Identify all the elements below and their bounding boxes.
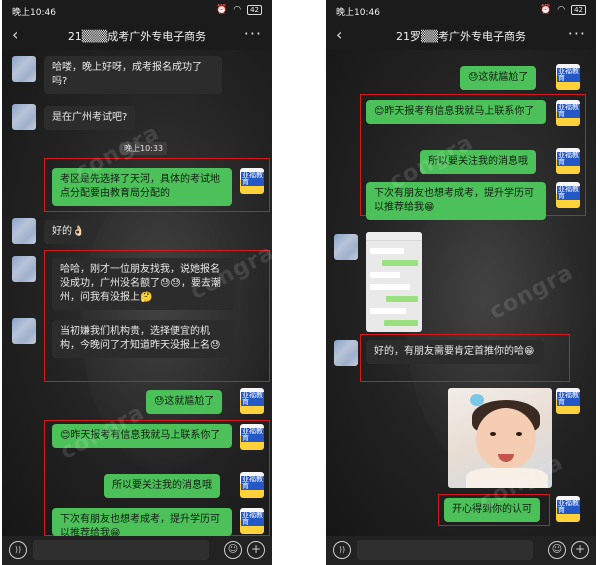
status-time: 晚上10:46 [12, 7, 56, 18]
avatar-ribbon: 亚福教育 [557, 67, 580, 82]
time-divider: 晚上10:33 [120, 142, 168, 155]
alarm-icon: ⏰ [540, 5, 552, 15]
message-bubble: 好的，有朋友需要肯定首推你的哈😁 [366, 340, 544, 364]
avatar-ribbon: 亚福教育 [557, 151, 580, 166]
friend-avatar[interactable] [334, 234, 358, 260]
chat-title: 21罗▒▒考广外专电子商务 [396, 30, 526, 43]
friend-avatar[interactable] [12, 104, 36, 130]
status-time: 晚上10:46 [336, 7, 380, 18]
friend-avatar[interactable] [12, 256, 36, 282]
message-bubble: 好的👌🏻 [44, 220, 93, 244]
message-bubble: 所以要关注我的消息哦 [104, 474, 220, 498]
shared-screenshot-image[interactable] [366, 232, 422, 332]
self-avatar[interactable]: 亚福教育 [240, 508, 264, 534]
message-input[interactable] [33, 540, 209, 560]
avatar-ribbon: 亚福教育 [241, 427, 264, 442]
self-avatar[interactable]: 亚福教育 [240, 424, 264, 450]
friend-avatar[interactable] [12, 56, 36, 82]
wifi-icon: ◠ [557, 5, 566, 15]
message-bubble: 下次有朋友也想考成考，提升学历可以推荐给我😁 [52, 508, 232, 536]
message-input[interactable] [357, 540, 533, 560]
self-avatar[interactable]: 亚福教育 [240, 472, 264, 498]
more-icon[interactable]: ··· [568, 24, 586, 43]
message-bubble: 😓这就尴尬了 [146, 390, 223, 414]
message-bubble: 考区是先选择了天河，具体的考试地点分配要由教育局分配的 [52, 168, 232, 206]
input-bar: )) ☺ + [326, 536, 596, 565]
battery-icon: 42 [247, 5, 262, 15]
message-bubble: 下次有朋友也想考成考，提升学历可以推荐给我😁 [366, 182, 546, 220]
chat-header: ‹ 21罗▒▒考广外专电子商务 ··· [326, 22, 596, 50]
self-avatar[interactable]: 亚福教育 [240, 388, 264, 414]
self-avatar[interactable]: 亚福教育 [556, 64, 580, 90]
avatar-ribbon: 亚福教育 [557, 185, 580, 200]
input-bar: )) ☺ + [2, 536, 272, 565]
chat-header: ‹ 21▒▒▒成考广外专电子商务 ··· [2, 22, 272, 50]
self-avatar[interactable]: 亚福教育 [240, 168, 264, 194]
emoji-icon[interactable]: ☺ [548, 541, 566, 559]
voice-icon[interactable]: )) [9, 541, 27, 559]
avatar-ribbon: 亚福教育 [241, 171, 264, 186]
baby-photo-image[interactable] [448, 388, 552, 488]
message-bubble: 当初嫌我们机构贵，选择便宜的机构，今晚问了才知道昨天没报上名😓 [52, 320, 234, 358]
self-avatar[interactable]: 亚福教育 [556, 148, 580, 174]
plus-icon[interactable]: + [247, 541, 265, 559]
back-icon[interactable]: ‹ [12, 25, 18, 44]
status-bar: 晚上10:46 ⏰ ◠ 42 [326, 0, 596, 22]
back-icon[interactable]: ‹ [336, 25, 342, 44]
self-avatar[interactable]: 亚福教育 [556, 182, 580, 208]
message-bubble: 所以要关注我的消息哦 [420, 150, 536, 174]
self-avatar[interactable]: 亚福教育 [556, 100, 580, 126]
self-avatar[interactable]: 亚福教育 [556, 496, 580, 522]
emoji-icon[interactable]: ☺ [224, 541, 242, 559]
avatar-ribbon: 亚福教育 [241, 511, 264, 526]
message-bubble: 开心得到你的认可 [444, 498, 540, 522]
avatar-ribbon: 亚福教育 [241, 391, 264, 406]
message-bubble: 😓这就尴尬了 [460, 66, 537, 90]
message-bubble: 😊昨天报考有信息我就马上联系你了 [52, 424, 232, 448]
self-avatar[interactable]: 亚福教育 [556, 388, 580, 414]
battery-icon: 42 [571, 5, 586, 15]
status-icons: ⏰ ◠ 42 [216, 5, 262, 15]
message-bubble: 是在广州考试吧? [44, 106, 136, 130]
message-bubble: 哈哈，刚才一位朋友找我，说她报名没成功，广州没名额了😓😓，要去潮州，问我有没报上… [52, 258, 234, 310]
left-chat-screenshot: 晚上10:46 ⏰ ◠ 42 ‹ 21▒▒▒成考广外专电子商务 ··· 哈喽，晚… [2, 0, 272, 565]
right-chat-screenshot: 晚上10:46 ⏰ ◠ 42 ‹ 21罗▒▒考广外专电子商务 ··· 😓这就尴尬… [326, 0, 596, 565]
chat-title: 21▒▒▒成考广外专电子商务 [67, 30, 207, 43]
status-icons: ⏰ ◠ 42 [540, 5, 586, 15]
wifi-icon: ◠ [233, 5, 242, 15]
avatar-ribbon: 亚福教育 [241, 475, 264, 490]
friend-avatar[interactable] [334, 340, 358, 366]
status-bar: 晚上10:46 ⏰ ◠ 42 [2, 0, 272, 22]
more-icon[interactable]: ··· [244, 24, 262, 43]
avatar-ribbon: 亚福教育 [557, 391, 580, 406]
plus-icon[interactable]: + [571, 541, 589, 559]
avatar-ribbon: 亚福教育 [557, 103, 580, 118]
voice-icon[interactable]: )) [333, 541, 351, 559]
message-bubble: 哈喽，晚上好呀，成考报名成功了吗? [44, 56, 222, 94]
friend-avatar[interactable] [12, 218, 36, 244]
message-bubble: 😊昨天报考有信息我就马上联系你了 [366, 100, 546, 124]
friend-avatar[interactable] [12, 318, 36, 344]
alarm-icon: ⏰ [216, 5, 228, 15]
avatar-ribbon: 亚福教育 [557, 499, 580, 514]
